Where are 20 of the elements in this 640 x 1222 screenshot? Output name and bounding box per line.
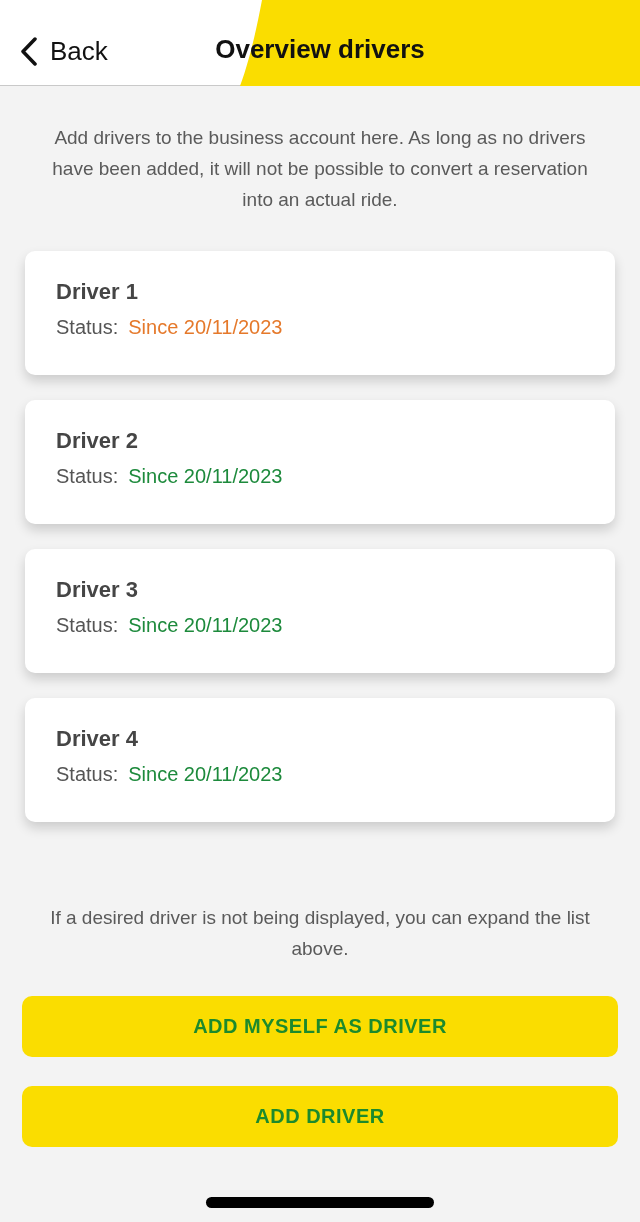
driver-card[interactable]: Driver 2 Status: Since 20/11/2023 [25,400,615,524]
back-button[interactable]: Back [20,36,108,67]
driver-name: Driver 1 [56,279,138,305]
chevron-left-icon [20,37,38,66]
status-label: Status: [56,763,119,786]
driver-card[interactable]: Driver 3 Status: Since 20/11/2023 [25,549,615,673]
driver-card[interactable]: Driver 1 Status: Since 20/11/2023 [25,251,615,375]
driver-name: Driver 4 [56,726,138,752]
status-value: Since 20/11/2023 [128,763,283,786]
status-value: Since 20/11/2023 [128,614,283,637]
status-label: Status: [56,465,119,488]
intro-text: Add drivers to the business account here. As long as no drivers have been added, it will not be possible to convert a reservation into an actual ride. [51,126,589,212]
status-value: Since 20/11/2023 [128,316,283,339]
status-label: Status: [56,316,119,339]
status-value: Since 20/11/2023 [128,465,283,488]
hint-text: If a desired driver is not being displayed, you can expand the list above. [49,906,591,961]
driver-name: Driver 2 [56,428,138,454]
driver-card[interactable]: Driver 4 Status: Since 20/11/2023 [25,698,615,822]
status-label: Status: [56,614,119,637]
driver-name: Driver 3 [56,577,138,603]
